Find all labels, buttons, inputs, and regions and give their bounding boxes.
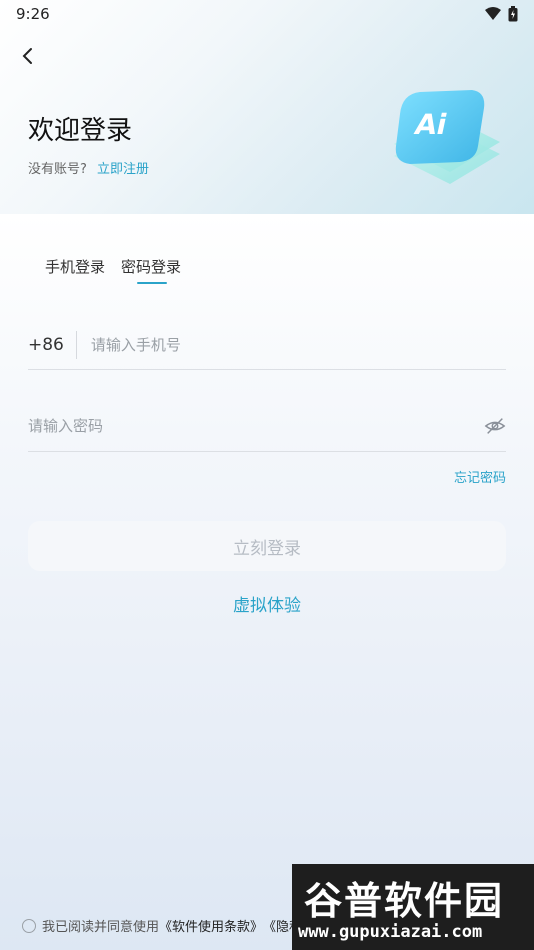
back-arrow-icon xyxy=(22,48,32,64)
phone-input[interactable] xyxy=(90,335,471,354)
status-bar: 9:26 xyxy=(0,0,534,28)
login-tabs: 手机登录 密码登录 xyxy=(45,256,181,284)
tab-password-login[interactable]: 密码登录 xyxy=(121,256,181,284)
watermark-logo: 谷普软件园 www.gupuxiazai.com xyxy=(292,864,534,950)
phone-field-row: +86 xyxy=(28,320,506,370)
status-time: 9:26 xyxy=(16,5,50,23)
eye-hidden-icon[interactable] xyxy=(484,415,506,437)
country-code[interactable]: +86 xyxy=(28,330,77,359)
register-link[interactable]: 立即注册 xyxy=(97,162,149,177)
tab-phone-login[interactable]: 手机登录 xyxy=(45,256,105,277)
forgot-password-link[interactable]: 忘记密码 xyxy=(454,467,506,486)
password-input[interactable] xyxy=(28,416,428,435)
ai-logo-icon: Ai xyxy=(394,90,500,184)
agree-radio[interactable] xyxy=(22,918,36,933)
watermark-url: www.gupuxiazai.com xyxy=(298,922,483,942)
register-row: 没有账号? 立即注册 xyxy=(28,158,149,177)
page-title: 欢迎登录 xyxy=(28,116,133,146)
software-terms-link[interactable]: 《软件使用条款》 xyxy=(159,916,263,935)
password-field-row xyxy=(28,400,506,452)
no-account-text: 没有账号? xyxy=(28,162,87,177)
agreement-prefix: 我已阅读并同意使用 xyxy=(42,920,160,935)
virtual-experience-link[interactable]: 虚拟体验 xyxy=(0,591,534,616)
back-button[interactable] xyxy=(14,42,42,70)
battery-icon xyxy=(508,6,518,22)
watermark-title: 谷普软件园 xyxy=(304,879,505,923)
wifi-icon xyxy=(485,7,501,20)
login-button[interactable]: 立刻登录 xyxy=(28,521,506,571)
